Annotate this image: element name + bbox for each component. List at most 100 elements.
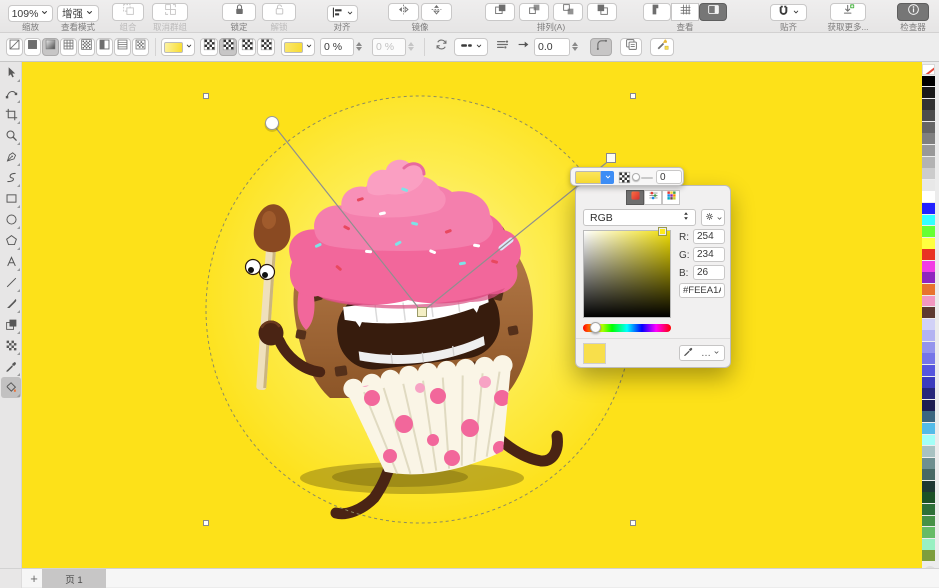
inspector-button[interactable] [897,3,929,21]
swatch[interactable] [922,319,935,330]
tool-crop[interactable] [1,104,21,125]
tab-sliders[interactable] [644,190,662,205]
green-input[interactable] [693,247,725,262]
view-mode-dropdown[interactable]: 增强 [57,5,99,22]
stepper-icon[interactable] [408,42,414,52]
swatch[interactable] [922,215,935,226]
color-position-marker[interactable] [659,228,666,235]
swatch[interactable] [922,423,935,434]
picker-options-button[interactable] [701,209,725,226]
alpha-pattern-2-button[interactable] [219,38,237,56]
selection-handle-bottom-left[interactable] [204,521,209,526]
swatch[interactable] [922,203,935,214]
swatch[interactable] [922,400,935,411]
swatch[interactable] [922,377,935,388]
stepper-icon[interactable] [572,42,578,52]
stop-color-dropdown[interactable] [601,171,614,184]
apply-style-button[interactable] [650,38,674,56]
swatch[interactable] [922,388,935,399]
swatch[interactable] [922,157,935,168]
tool-knife[interactable] [1,293,21,314]
swatch[interactable] [922,122,935,133]
align-dropdown[interactable] [327,5,358,22]
swatch[interactable] [922,145,935,156]
selection-handle-bottom-right[interactable] [631,521,636,526]
fill-opacity-input[interactable] [320,38,354,56]
swatch[interactable] [922,492,935,503]
tool-node-edit[interactable] [1,83,21,104]
gradient-end-handle[interactable] [266,117,279,130]
unlock-button[interactable] [262,3,296,21]
stop-opacity-slider[interactable] [632,173,640,181]
tool-text[interactable] [1,251,21,272]
tool-layers[interactable] [1,314,21,335]
selection-handle-top-right[interactable] [631,94,636,99]
dash-style-dropdown[interactable] [454,38,488,56]
swatch[interactable] [922,353,935,364]
color-mode-select[interactable]: RGB [583,209,696,226]
swatch[interactable] [922,261,935,272]
ungroup-button[interactable] [152,3,188,21]
swatch[interactable] [922,249,935,260]
corner-options-button[interactable] [590,38,612,56]
swatch[interactable] [922,516,935,527]
copy-style-button[interactable] [620,38,642,56]
saturation-value-box[interactable] [583,230,671,318]
stop-opacity-track[interactable] [641,177,653,179]
swatch[interactable] [922,446,935,457]
tool-pen[interactable] [1,146,21,167]
swatch[interactable] [922,469,935,480]
swatch[interactable] [922,527,935,538]
swatch[interactable] [922,539,935,550]
swatch[interactable] [922,411,935,422]
tool-polygon[interactable] [1,230,21,251]
swatch[interactable] [922,99,935,110]
stop-opacity-input[interactable] [656,170,682,184]
show-panel-button[interactable] [699,3,727,21]
swatch[interactable] [922,238,935,249]
tool-select[interactable] [1,62,21,83]
tool-pattern[interactable] [1,335,21,356]
swatch[interactable] [922,76,935,87]
gradient-center-handle[interactable] [418,308,427,317]
swatch[interactable] [922,307,935,318]
tool-rectangle[interactable] [1,188,21,209]
flip-vertical-button[interactable] [421,3,452,21]
eyedropper-button[interactable] [679,345,698,361]
swatch[interactable] [922,550,935,561]
alpha-pattern-1-button[interactable] [200,38,218,56]
page-tab[interactable]: 页 1 [42,569,106,588]
stepper-icon[interactable] [356,42,362,52]
get-more-button[interactable] [830,3,866,21]
alpha-pattern-3-button[interactable] [238,38,256,56]
swatch[interactable] [922,180,935,191]
swatch[interactable] [922,504,935,515]
arrowheads-button[interactable] [514,38,532,56]
swatch[interactable] [922,435,935,446]
bring-to-front-button[interactable] [485,3,515,21]
swatch[interactable] [922,110,935,121]
swatch[interactable] [922,272,935,283]
rotate-pattern-button[interactable] [430,38,452,56]
tool-line[interactable] [1,272,21,293]
fill-color-dropdown[interactable] [161,38,195,56]
fill-none-button[interactable] [6,38,23,56]
zoom-dropdown[interactable]: 109% [8,5,53,22]
more-options-button[interactable]: … [697,345,725,361]
gradient-stop-handle[interactable] [607,154,616,163]
swatch[interactable] [922,330,935,341]
fill-grid-button[interactable] [60,38,77,56]
hex-input[interactable] [679,283,725,298]
blue-input[interactable] [693,265,725,280]
swatch[interactable] [922,296,935,307]
tool-eyedropper[interactable] [1,356,21,377]
stop-color-swatch[interactable] [575,171,601,184]
swatch[interactable] [922,481,935,492]
stroke-opacity-input[interactable] [372,38,406,56]
red-input[interactable] [693,229,725,244]
fill-pattern-button[interactable] [132,38,149,56]
line-caps-button[interactable] [492,38,512,56]
show-grid-button[interactable] [671,3,699,21]
alpha-pattern-4-button[interactable] [257,38,275,56]
swatch[interactable] [922,284,935,295]
